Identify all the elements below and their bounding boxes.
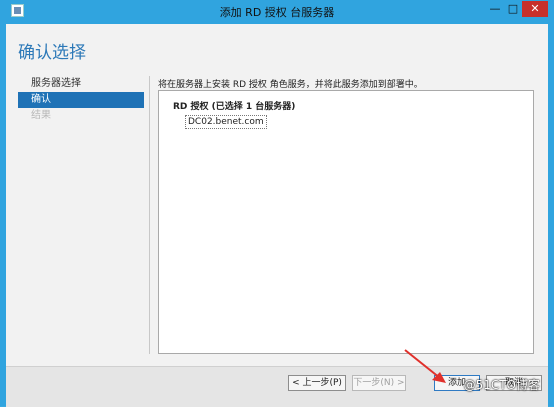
annotation-arrow-icon bbox=[404, 349, 446, 383]
watermark: @51CTO博客 bbox=[463, 378, 540, 392]
